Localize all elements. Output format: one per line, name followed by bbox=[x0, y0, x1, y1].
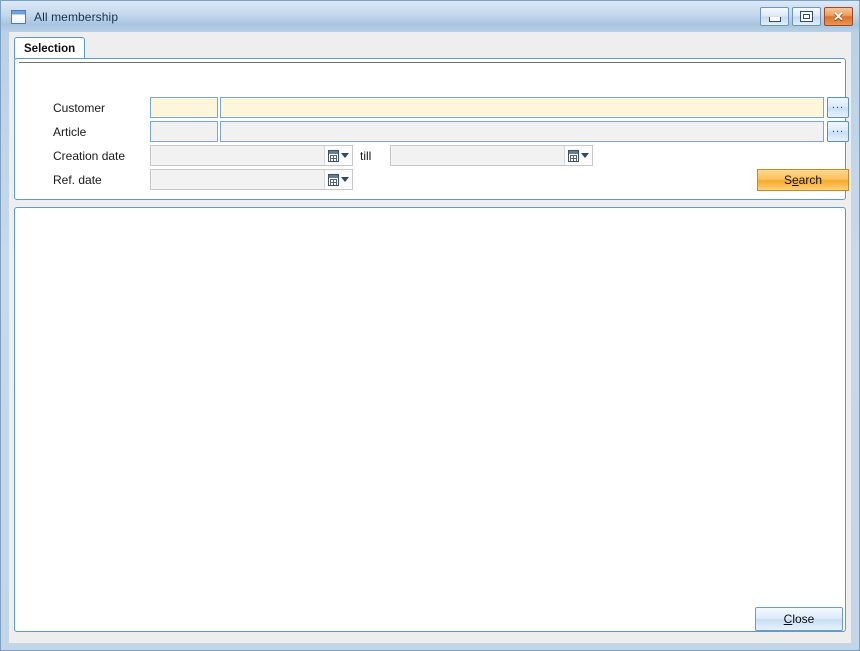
close-button[interactable]: Close bbox=[755, 607, 843, 631]
customer-label: Customer bbox=[53, 101, 105, 115]
search-button-suffix: arch bbox=[799, 173, 822, 187]
ref-date-input[interactable] bbox=[151, 170, 324, 189]
calendar-icon bbox=[328, 174, 339, 186]
chevron-down-icon bbox=[581, 153, 589, 158]
maximize-icon bbox=[800, 11, 813, 22]
window-controls: ✕ bbox=[760, 7, 853, 26]
till-label: till bbox=[360, 149, 371, 163]
chevron-down-icon bbox=[341, 177, 349, 182]
close-button-suffix: lose bbox=[792, 612, 814, 626]
creation-date-from-picker-button[interactable] bbox=[324, 146, 352, 165]
search-button[interactable]: Search bbox=[757, 169, 849, 191]
window-form-icon bbox=[11, 10, 26, 24]
client-area: Selection Customer ... Article ... Creat… bbox=[9, 32, 851, 643]
results-panel[interactable] bbox=[14, 207, 846, 632]
search-button-accel: e bbox=[792, 173, 799, 187]
title-bar[interactable]: All membership ✕ bbox=[1, 1, 859, 32]
close-icon: ✕ bbox=[833, 10, 844, 23]
maximize-button[interactable] bbox=[792, 7, 821, 26]
customer-lookup-button[interactable]: ... bbox=[827, 97, 849, 118]
search-button-prefix: S bbox=[784, 173, 792, 187]
creation-date-from-input[interactable] bbox=[151, 146, 324, 165]
minimize-icon bbox=[769, 17, 781, 22]
creation-date-to-input[interactable] bbox=[391, 146, 564, 165]
close-button-accel: C bbox=[784, 612, 793, 626]
calendar-icon bbox=[568, 150, 579, 162]
footer-bar: Close bbox=[9, 598, 851, 643]
minimize-button[interactable] bbox=[760, 7, 789, 26]
all-membership-window: All membership ✕ Selection Customer ... bbox=[0, 0, 860, 651]
selection-panel: Customer ... Article ... Creation date t… bbox=[14, 58, 846, 200]
ref-date-field[interactable] bbox=[150, 169, 353, 190]
creation-date-label: Creation date bbox=[53, 149, 125, 163]
article-code-input[interactable] bbox=[150, 121, 218, 142]
tab-selection[interactable]: Selection bbox=[14, 37, 85, 59]
calendar-icon bbox=[328, 150, 339, 162]
customer-name-input[interactable] bbox=[220, 97, 824, 118]
ref-date-picker-button[interactable] bbox=[324, 170, 352, 189]
creation-date-to-picker-button[interactable] bbox=[564, 146, 592, 165]
article-lookup-button[interactable]: ... bbox=[827, 121, 849, 142]
ref-date-label: Ref. date bbox=[53, 173, 102, 187]
article-label: Article bbox=[53, 125, 86, 139]
creation-date-to-field[interactable] bbox=[390, 145, 593, 166]
chevron-down-icon bbox=[341, 153, 349, 158]
tab-strip: Selection bbox=[14, 37, 846, 59]
window-title: All membership bbox=[34, 10, 118, 24]
creation-date-from-field[interactable] bbox=[150, 145, 353, 166]
article-name-input[interactable] bbox=[220, 121, 824, 142]
customer-code-input[interactable] bbox=[150, 97, 218, 118]
close-window-button[interactable]: ✕ bbox=[824, 7, 853, 26]
